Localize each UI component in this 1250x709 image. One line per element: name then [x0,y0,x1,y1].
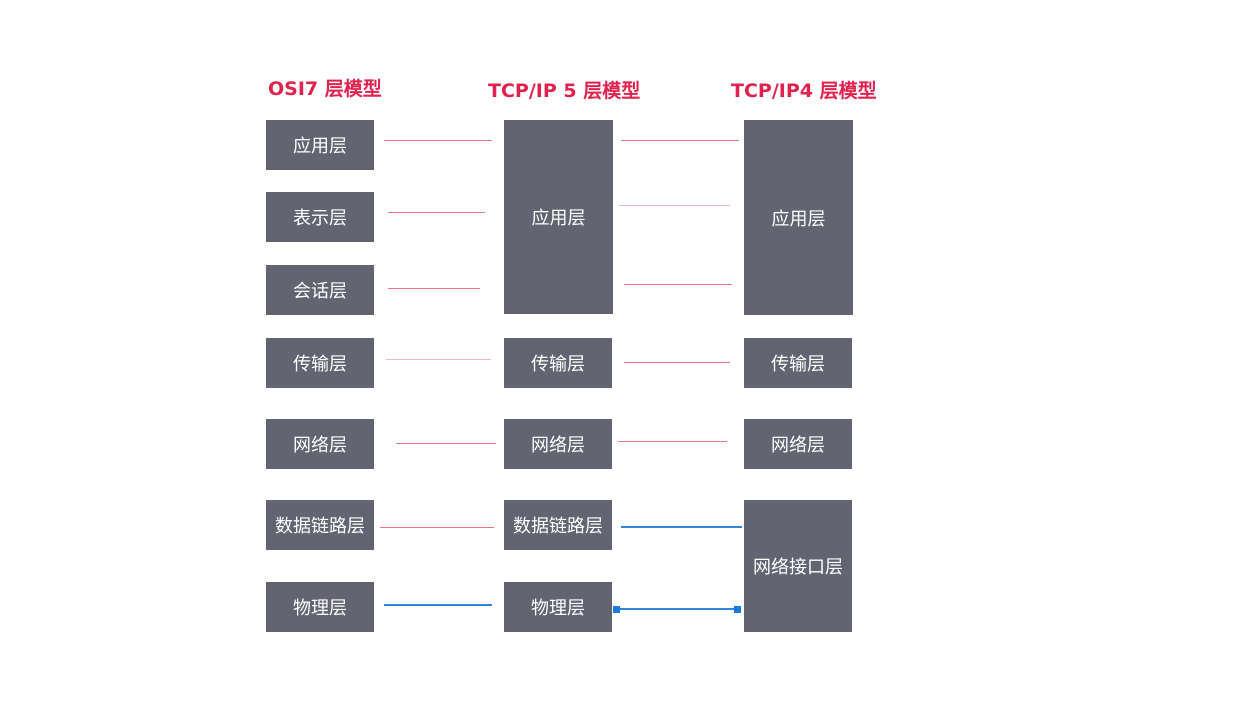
osi-data-link-layer[interactable]: 数据链路层 [266,500,374,550]
tcp5-data-link-layer[interactable]: 数据链路层 [504,500,612,550]
connector-tcp5-app-to-tcp4-app-middle[interactable] [619,205,730,206]
connector-osi-presentation-to-tcp5-app[interactable] [388,212,485,213]
connector-osi-network-to-tcp5-network[interactable] [396,443,496,444]
connector-osi-app-to-tcp5-app[interactable] [384,140,492,141]
tcp4-transport-layer[interactable]: 传输层 [744,338,852,388]
tcp4-network-interface-layer[interactable]: 网络接口层 [744,500,852,632]
connector-tcp5-network-to-tcp4-internet[interactable] [618,441,727,442]
tcp5-application-layer[interactable]: 应用层 [504,120,613,314]
tcp4-model-title: TCP/IP4 层模型 [731,80,877,102]
connector-start-handle[interactable] [613,606,620,613]
connector-osi-transport-to-tcp5-transport[interactable] [386,359,491,360]
osi-network-layer[interactable]: 网络层 [266,419,374,469]
osi-presentation-layer[interactable]: 表示层 [266,192,374,242]
tcp4-internet-layer[interactable]: 网络层 [744,419,852,469]
osi-transport-layer[interactable]: 传输层 [266,338,374,388]
connector-tcp5-physical-to-tcp4-netif[interactable] [616,608,738,610]
tcp5-model-title: TCP/IP 5 层模型 [488,80,641,102]
osi-application-layer[interactable]: 应用层 [266,120,374,170]
osi-session-layer[interactable]: 会话层 [266,265,374,315]
connector-end-handle[interactable] [734,606,741,613]
connector-osi-datalink-to-tcp5-datalink[interactable] [380,527,494,528]
connector-tcp5-app-to-tcp4-app-top[interactable] [621,140,739,141]
connector-tcp5-datalink-to-tcp4-netif[interactable] [621,526,742,528]
tcp5-physical-layer[interactable]: 物理层 [504,582,612,632]
osi-model-title: OSI7 层模型 [268,78,382,100]
osi-physical-layer[interactable]: 物理层 [266,582,374,632]
connector-tcp5-app-to-tcp4-app-bottom[interactable] [624,284,732,285]
connector-osi-session-to-tcp5-app[interactable] [388,288,480,289]
connector-osi-physical-to-tcp5-physical[interactable] [384,604,492,606]
tcp4-application-layer[interactable]: 应用层 [744,120,853,315]
tcp5-network-layer[interactable]: 网络层 [504,419,612,469]
tcp5-transport-layer[interactable]: 传输层 [504,338,612,388]
connector-tcp5-transport-to-tcp4-transport[interactable] [624,362,730,363]
